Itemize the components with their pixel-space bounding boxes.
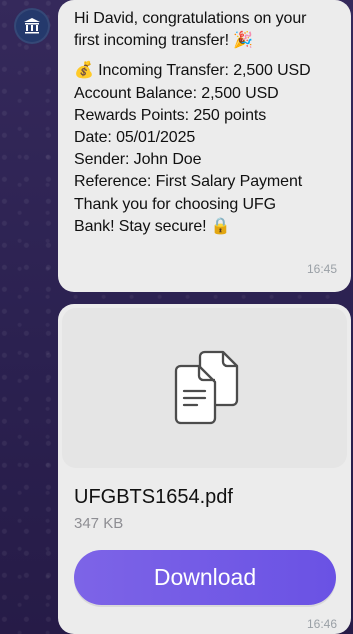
document-icon xyxy=(174,350,238,425)
file-preview[interactable] xyxy=(62,308,347,468)
message-bubble: Hi David, congratulations on your first … xyxy=(58,0,351,292)
bank-icon xyxy=(24,18,40,34)
message-timestamp: 16:45 xyxy=(306,262,337,276)
download-button[interactable]: Download xyxy=(74,550,336,605)
message-line: Reference: First Salary Payment xyxy=(74,173,303,191)
message-line: Sender: John Doe xyxy=(74,151,202,169)
message-line: 💰 Incoming Transfer: 2,500 USD xyxy=(74,62,311,80)
message-line: Account Balance: 2,500 USD xyxy=(74,84,279,102)
sender-avatar xyxy=(14,8,50,44)
message-line: Thank you for choosing UFG xyxy=(74,195,276,213)
message-line: first incoming transfer! 🎉 xyxy=(74,32,254,50)
attachment-bubble: UFGBTS1654.pdf 347 KB Download 16:46 xyxy=(58,304,351,634)
attachment-timestamp: 16:46 xyxy=(306,617,337,631)
message-line: Rewards Points: 250 points xyxy=(74,106,267,124)
file-name: UFGBTS1654.pdf xyxy=(74,486,233,508)
message-line: Date: 05/01/2025 xyxy=(74,129,196,147)
message-body: Hi David, congratulations on your first … xyxy=(74,8,337,238)
message-line: Hi David, congratulations on your xyxy=(74,10,307,27)
file-size: 347 KB xyxy=(74,515,124,532)
message-line: Bank! Stay secure! 🔒 xyxy=(74,217,231,235)
message-gap xyxy=(74,52,337,60)
